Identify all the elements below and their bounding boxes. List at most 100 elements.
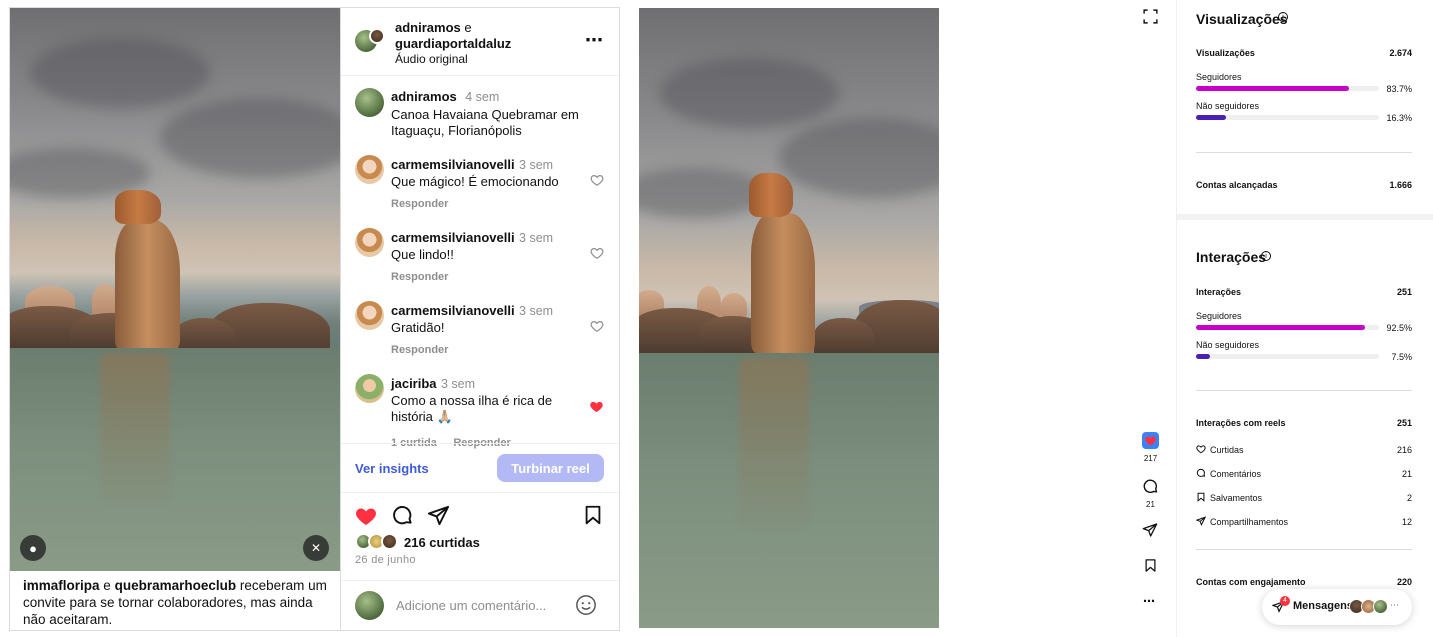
interactions-nonfollowers-pct: 7.5%	[1391, 352, 1412, 362]
caption-avatar[interactable]	[355, 88, 384, 117]
like-filled-icon[interactable]	[354, 504, 378, 528]
comments-row-value: 21	[1401, 469, 1412, 479]
views-label: Visualizações	[1196, 48, 1255, 58]
reply-button[interactable]: Responder	[391, 344, 581, 356]
self-avatar[interactable]	[355, 591, 384, 620]
comment-icon[interactable]	[1142, 478, 1159, 495]
collab-conj: e	[103, 578, 111, 593]
interactions-title: Interações	[1196, 249, 1267, 265]
comment-icon	[1196, 468, 1206, 477]
views-followers-label: Seguidores	[1196, 72, 1242, 82]
more-horizontal-icon[interactable]: ⋯	[585, 30, 604, 51]
bookmark-icon	[1197, 492, 1205, 502]
audio-label[interactable]: Áudio original	[395, 52, 468, 66]
comment-time: 3 sem	[519, 231, 554, 245]
section-gap	[1177, 214, 1433, 220]
comment-time: 3 sem	[519, 304, 554, 318]
collab-user1[interactable]: immafloripa	[23, 578, 100, 593]
message-avatar	[1373, 599, 1388, 614]
comment: carmemsilvianovelli 3 sem Que mágico! É …	[391, 156, 581, 210]
comment-avatar[interactable]	[355, 228, 384, 257]
shares-row-value: 12	[1401, 517, 1412, 527]
interactions-followers-bar	[1196, 325, 1379, 330]
comment: jaciriba 3 sem Como a nossa ilha é rica …	[391, 375, 581, 451]
share-icon[interactable]	[427, 504, 450, 527]
comment-avatar[interactable]	[355, 374, 384, 403]
reply-button[interactable]: Responder	[391, 271, 581, 283]
interactions-value: 251	[1396, 287, 1412, 297]
divider	[1196, 390, 1412, 391]
comment-user[interactable]: carmemsilvianovelli	[391, 157, 515, 172]
user-tags-icon[interactable]: ●	[20, 535, 46, 561]
reel-like-button[interactable]	[1142, 432, 1159, 449]
caption: adniramos 4 sem Canoa Havaiana Quebramar…	[391, 88, 601, 139]
reach-label: Contas alcançadas	[1196, 180, 1278, 190]
liker-avatar[interactable]	[381, 533, 398, 550]
avatar-secondary[interactable]	[369, 28, 385, 44]
caption-user[interactable]: adniramos	[391, 89, 457, 104]
comment: carmemsilvianovelli 3 sem Gratidão! Resp…	[391, 302, 581, 356]
engaged-accounts-value: 220	[1396, 577, 1412, 587]
boost-reel-button[interactable]: Turbinar reel	[497, 454, 604, 482]
comment-text: Gratidão!	[391, 320, 445, 335]
info-icon[interactable]: i	[1261, 251, 1271, 261]
header-user1[interactable]: adniramos	[395, 20, 461, 35]
share-icon[interactable]	[1142, 522, 1158, 538]
heart-icon[interactable]	[590, 319, 604, 333]
messages-button[interactable]: 4 Mensagens ⋯	[1262, 589, 1412, 625]
info-icon[interactable]: i	[1278, 12, 1288, 22]
heart-icon	[1196, 445, 1206, 454]
saves-row-value: 2	[1406, 493, 1412, 503]
heart-icon[interactable]	[590, 246, 604, 260]
comment-avatar[interactable]	[355, 301, 384, 330]
likes-count[interactable]: 216 curtidas	[404, 535, 480, 550]
heart-icon[interactable]	[590, 173, 604, 187]
views-followers-fill	[1196, 86, 1350, 91]
caption-text: Canoa Havaiana Quebramar em Itaguaçu, Fl…	[391, 107, 579, 138]
comment-input[interactable]: Adicione um comentário...	[396, 598, 566, 613]
messages-label: Mensagens	[1293, 600, 1353, 612]
reel-like-count: 217	[1143, 454, 1158, 463]
share-icon	[1196, 516, 1206, 526]
interactions-followers-fill	[1196, 325, 1366, 330]
comments-row-label: Comentários	[1210, 469, 1262, 479]
saves-row-label: Salvamentos	[1210, 493, 1263, 503]
bookmark-icon[interactable]	[582, 504, 604, 526]
reel-interactions-value: 251	[1396, 418, 1412, 428]
views-nonfollowers-fill	[1196, 115, 1226, 120]
interactions-followers-pct: 92.5%	[1386, 323, 1412, 333]
comment-icon[interactable]	[391, 504, 414, 527]
caption-time: 4 sem	[465, 90, 500, 104]
comment-user[interactable]: carmemsilvianovelli	[391, 230, 515, 245]
collab-notice: immafloripa e quebramarhoeclub receberam…	[23, 577, 328, 628]
messages-badge: 4	[1280, 596, 1290, 606]
interactions-followers-label: Seguidores	[1196, 311, 1242, 321]
comment-user[interactable]: jaciriba	[391, 376, 437, 391]
shares-row-label: Compartilhamentos	[1210, 517, 1289, 527]
emoji-icon[interactable]	[575, 594, 597, 616]
post-panel-divider	[340, 8, 341, 630]
comment-text: Que lindo!!	[391, 247, 454, 262]
interactions-nonfollowers-bar	[1196, 354, 1379, 359]
divider	[1196, 152, 1412, 153]
heart-filled-icon[interactable]	[589, 399, 604, 414]
views-nonfollowers-label: Não seguidores	[1196, 101, 1260, 111]
divider	[1196, 549, 1412, 550]
comment-time: 3 sem	[440, 377, 476, 391]
views-title: Visualizações	[1196, 11, 1288, 27]
more-horizontal-icon[interactable]: ⋯	[1143, 594, 1155, 608]
bookmark-icon[interactable]	[1143, 558, 1158, 573]
comment-avatar[interactable]	[355, 155, 384, 184]
collab-user2[interactable]: quebramarhoeclub	[115, 578, 237, 593]
header-users: adniramos e guardiaportaldaluz	[395, 20, 511, 52]
reel-video[interactable]	[639, 8, 939, 628]
comment-user[interactable]: carmemsilvianovelli	[391, 303, 515, 318]
post-media[interactable]	[10, 8, 340, 571]
reply-button[interactable]: Responder	[391, 198, 581, 210]
view-insights-link[interactable]: Ver insights	[355, 461, 429, 476]
more-horizontal-icon: ⋯	[1390, 600, 1399, 610]
mute-icon[interactable]: ✕	[303, 535, 329, 561]
reel-comment-count: 21	[1146, 500, 1155, 509]
expand-icon[interactable]	[1142, 8, 1159, 25]
header-user2[interactable]: guardiaportaldaluz	[395, 36, 511, 51]
